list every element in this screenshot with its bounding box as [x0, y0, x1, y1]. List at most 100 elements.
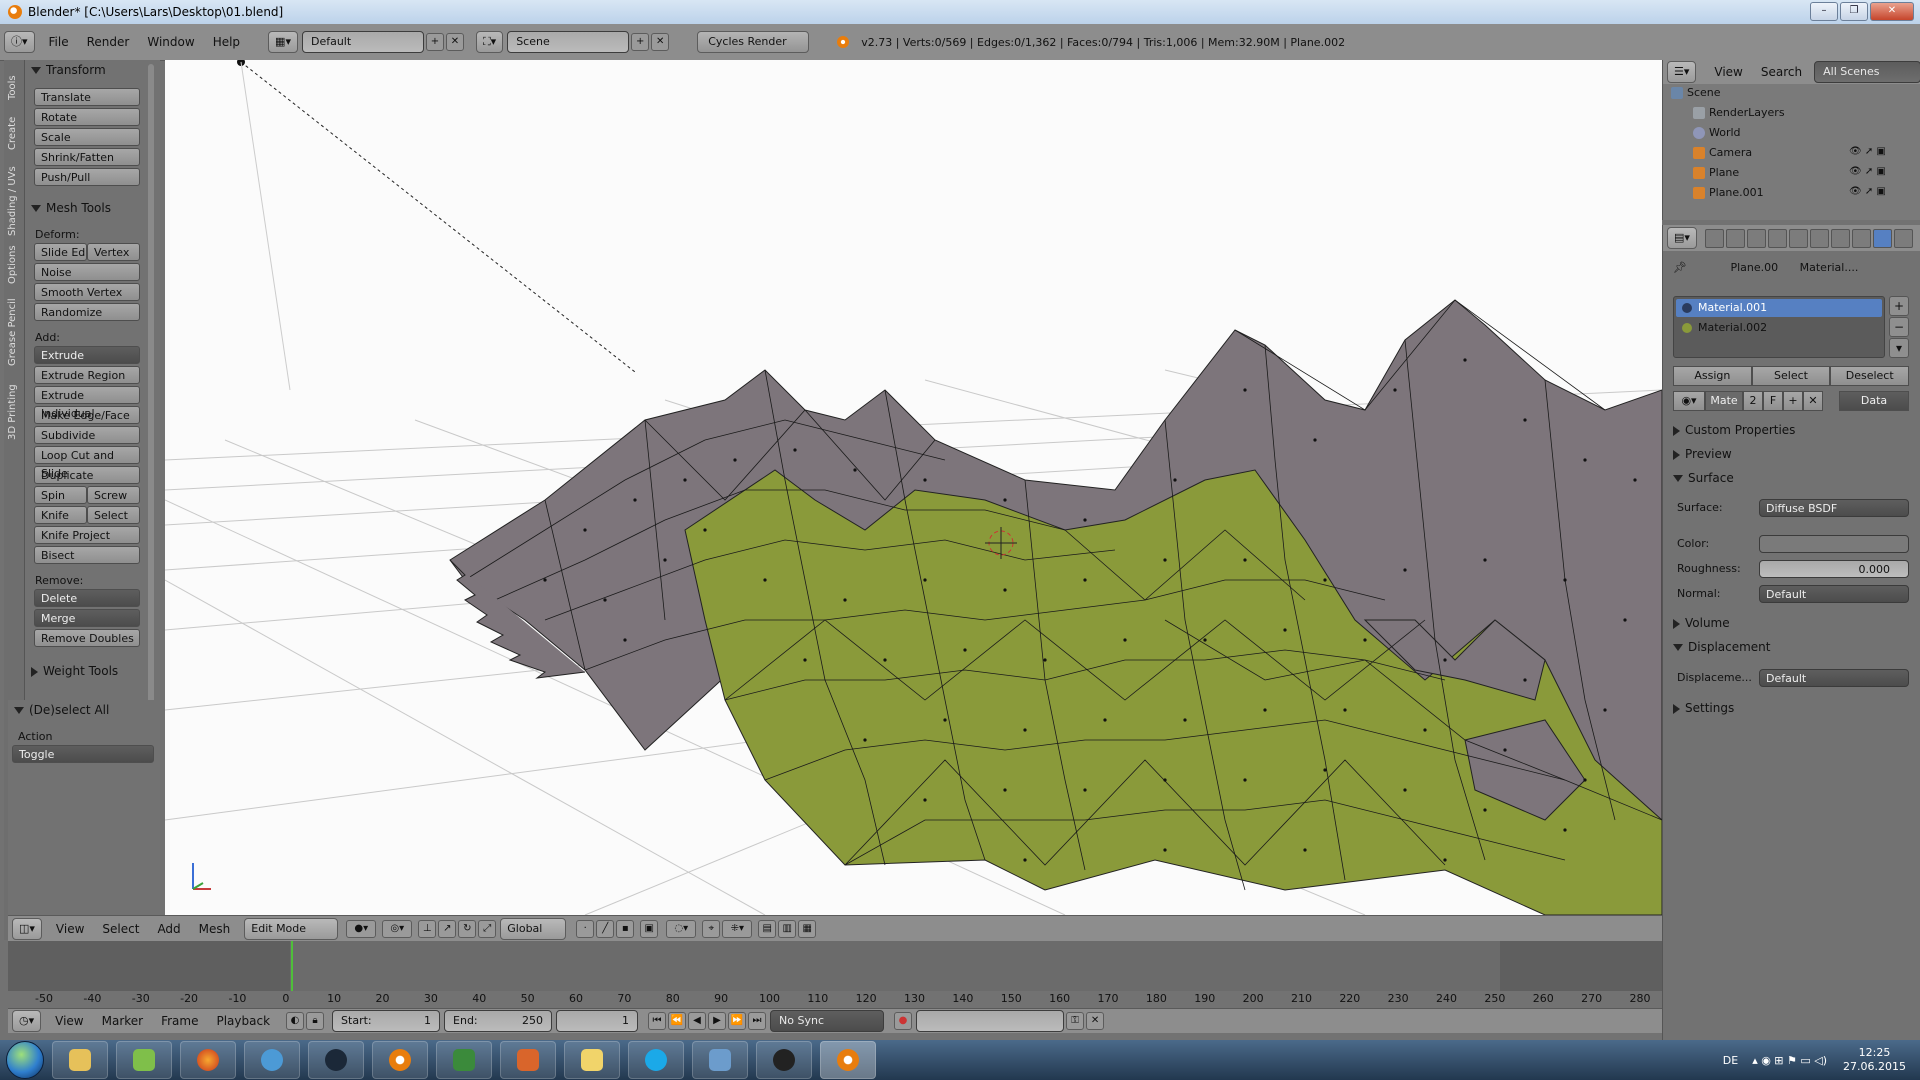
pin-icon[interactable]: 📌︎ — [1673, 261, 1687, 274]
spin-button[interactable]: Spin — [34, 486, 87, 504]
taskbar-steam[interactable] — [308, 1041, 364, 1079]
orientation-dropdown[interactable]: Global — [500, 918, 567, 940]
tab-options[interactable]: Options — [7, 245, 18, 284]
taskbar-app-8[interactable] — [500, 1041, 556, 1079]
vertex-select-icon[interactable]: · — [576, 920, 595, 938]
make-edge-face-button[interactable]: Make Edge/Face — [34, 406, 140, 424]
opengl-render-icon[interactable]: ▤ — [758, 920, 777, 938]
color-swatch[interactable] — [1759, 535, 1909, 553]
start-button[interactable] — [6, 1041, 44, 1079]
jump-keyframe-forward-icon[interactable]: ⏩ — [728, 1012, 747, 1030]
loop-cut-button[interactable]: Loop Cut and Slide — [34, 446, 140, 480]
transform-panel-header[interactable]: Transform — [25, 60, 160, 80]
maximize-button[interactable]: ❐ — [1840, 2, 1868, 21]
translate-button[interactable]: Translate — [34, 88, 140, 106]
outliner-menu-search[interactable]: Search — [1757, 65, 1806, 79]
surface-shader-dropdown[interactable]: Diffuse BSDF — [1759, 499, 1909, 517]
object-tab-icon[interactable] — [1788, 228, 1808, 248]
menu-mesh[interactable]: Mesh — [195, 922, 235, 936]
proportional-editing-icon[interactable]: ◌▾ — [666, 920, 697, 938]
material-browse-icon[interactable]: ◉▾ — [1673, 391, 1705, 411]
remove-scene-icon[interactable]: ✕ — [651, 33, 670, 51]
displacement-section[interactable]: Displacement — [1673, 640, 1771, 654]
scene-field[interactable]: Scene — [507, 31, 630, 53]
material-slot-item[interactable]: Material.001 — [1676, 299, 1882, 317]
rotate-manipulator-icon[interactable]: ↻ — [458, 920, 477, 938]
randomize-button[interactable]: Randomize — [34, 303, 140, 321]
lock-range-icon[interactable]: 🔒︎ — [306, 1012, 325, 1030]
screen-layout-field[interactable]: Default — [301, 31, 424, 53]
record-icon[interactable]: ● — [894, 1012, 913, 1030]
knife-project-button[interactable]: Knife Project — [34, 526, 140, 544]
remove-doubles-button[interactable]: Remove Doubles — [34, 629, 140, 647]
menu-select[interactable]: Select — [98, 922, 143, 936]
material-slot-list[interactable]: Material.001 Material.002 — [1673, 296, 1885, 358]
remove-layout-icon[interactable]: ✕ — [445, 33, 464, 51]
timeline-menu-frame[interactable]: Frame — [157, 1014, 202, 1028]
tab-grease-pencil[interactable]: Grease Pencil — [7, 298, 18, 366]
material-slot-item[interactable]: Material.002 — [1676, 319, 1882, 337]
vertex-slide-button[interactable]: Vertex — [87, 243, 140, 261]
outliner-editor-type-icon[interactable]: ☰▾ — [1667, 61, 1697, 83]
surface-section[interactable]: Surface — [1673, 471, 1734, 485]
taskbar-explorer[interactable] — [52, 1041, 108, 1079]
menu-window[interactable]: Window — [143, 35, 198, 49]
3d-viewport[interactable] — [165, 60, 1662, 915]
edge-select-icon[interactable]: ╱ — [596, 920, 615, 938]
end-frame-field[interactable]: End: 250 — [444, 1010, 553, 1032]
mesh-tools-panel-header[interactable]: Mesh Tools — [25, 198, 160, 218]
timeline-editor-type-icon[interactable]: ◷▾ — [12, 1010, 42, 1032]
outliner-item-scene[interactable]: Scene — [1671, 84, 1721, 102]
custom-properties-section[interactable]: Custom Properties — [1673, 423, 1795, 437]
taskbar-notepad[interactable] — [116, 1041, 172, 1079]
world-tab-icon[interactable] — [1767, 228, 1787, 248]
outliner-item-renderlayers[interactable]: RenderLayers — [1693, 104, 1785, 122]
visibility-eye-icon[interactable]: 👁︎ ➚ ▣ — [1849, 166, 1886, 177]
volume-section[interactable]: Volume — [1673, 616, 1730, 630]
jump-end-icon[interactable]: ⏭ — [748, 1012, 767, 1030]
render-layers-tab-icon[interactable] — [1725, 228, 1745, 248]
jump-keyframe-back-icon[interactable]: ⏪ — [668, 1012, 687, 1030]
outliner-item-plane[interactable]: Plane — [1693, 164, 1739, 182]
scale-manipulator-icon[interactable]: ⤢ — [478, 920, 497, 938]
knife-button[interactable]: Knife — [34, 506, 87, 524]
material-link-dropdown[interactable]: Data — [1839, 391, 1909, 411]
smooth-vertex-button[interactable]: Smooth Vertex — [34, 283, 140, 301]
add-scene-icon[interactable]: + — [631, 33, 650, 51]
roughness-slider[interactable]: 0.000 — [1759, 560, 1909, 578]
screen-layout-icon[interactable]: ▦▾ — [268, 31, 298, 53]
duplicate-button[interactable]: Duplicate — [34, 466, 140, 484]
delete-dropdown[interactable]: Delete — [34, 589, 140, 607]
play-icon[interactable]: ▶ — [708, 1012, 727, 1030]
merge-dropdown[interactable]: Merge — [34, 609, 140, 627]
modifiers-tab-icon[interactable] — [1830, 228, 1850, 248]
current-frame-field[interactable]: 1 — [556, 1010, 639, 1032]
outliner-display-mode-dropdown[interactable]: All Scenes — [1814, 61, 1920, 83]
taskbar-app-11[interactable] — [692, 1041, 748, 1079]
view3d-editor-type-icon[interactable]: ◫▾ — [12, 918, 42, 940]
action-dropdown[interactable]: Toggle — [12, 745, 154, 763]
taskbar-blender[interactable] — [372, 1041, 428, 1079]
snap-toggle-icon[interactable]: ⌖ — [702, 920, 721, 938]
outliner-item-camera[interactable]: Camera — [1693, 144, 1752, 162]
material-name-field[interactable]: Mate — [1705, 391, 1743, 411]
translate-manipulator-icon[interactable]: ↗ — [438, 920, 457, 938]
render-engine-dropdown[interactable]: Cycles Render — [697, 31, 810, 53]
tab-3d-printing[interactable]: 3D Printing — [7, 384, 18, 440]
delete-keyframe-icon[interactable]: ✕ — [1086, 1012, 1105, 1030]
toolshelf-scrollbar[interactable] — [147, 60, 155, 704]
outliner-item-plane-001[interactable]: Plane.001 — [1693, 184, 1764, 202]
mode-dropdown[interactable]: Edit Mode — [244, 918, 339, 940]
menu-add[interactable]: Add — [153, 922, 184, 936]
jump-start-icon[interactable]: ⏮ — [648, 1012, 667, 1030]
sync-dropdown[interactable]: No Sync — [770, 1010, 885, 1032]
material-users-count[interactable]: 2 — [1743, 391, 1763, 411]
manipulator-toggle-icon[interactable]: ⊥ — [418, 920, 437, 938]
visibility-eye-icon[interactable]: 👁︎ ➚ ▣ — [1849, 146, 1886, 157]
properties-editor-type-icon[interactable]: ▤▾ — [1667, 227, 1697, 249]
taskbar-firefox[interactable] — [180, 1041, 236, 1079]
new-material-icon[interactable]: + — [1783, 391, 1803, 411]
knife-select-button[interactable]: Select — [87, 506, 140, 524]
tray-icons[interactable]: ▴ ◉ ⊞ ⚑ ▭ ◁) — [1752, 1054, 1827, 1067]
select-material-button[interactable]: Select — [1751, 366, 1831, 386]
